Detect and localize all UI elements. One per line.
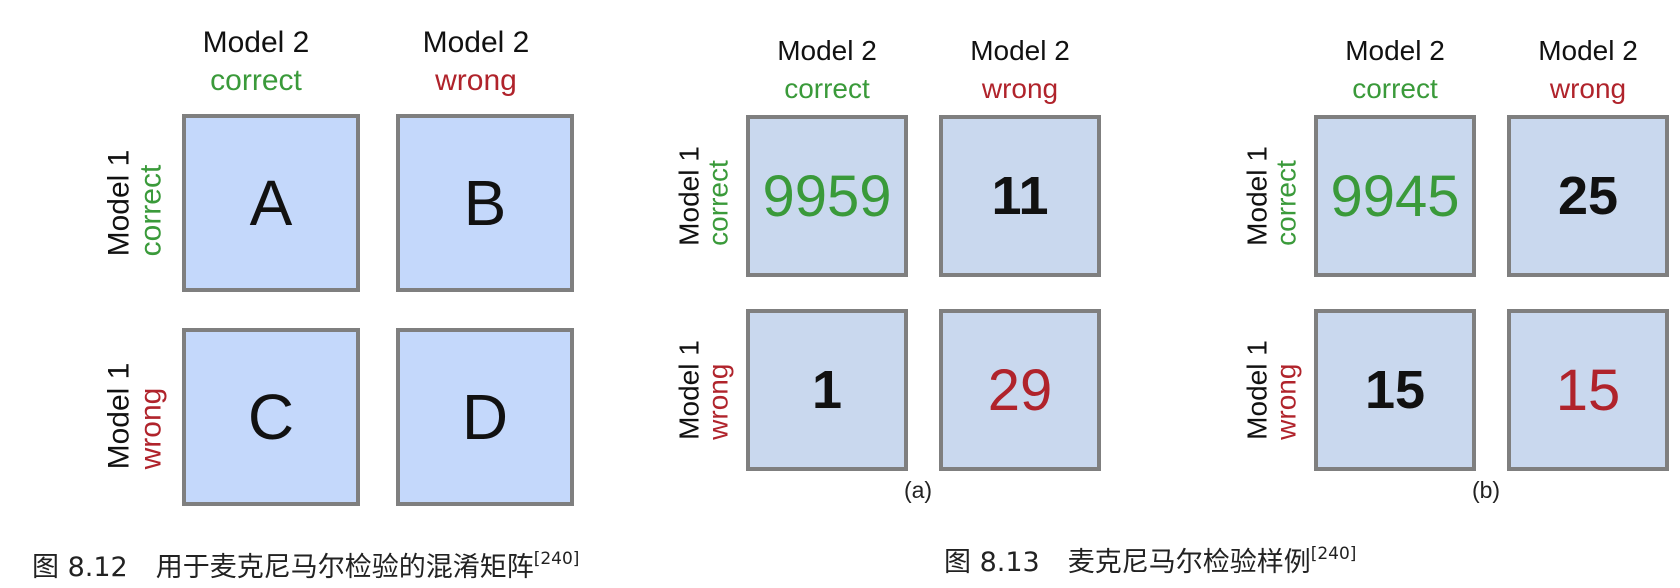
row-header-correct: Model 1 correct <box>1241 146 1302 246</box>
caption-reference: [240] <box>1310 544 1357 564</box>
row-header-model: Model 1 <box>673 146 705 246</box>
cell-value: B <box>463 167 507 239</box>
cell-value: 1 <box>811 360 843 420</box>
col-header-label: correct <box>210 64 302 97</box>
matrix-cell-wrong-wrong: 29 <box>939 309 1101 471</box>
cell-value: C <box>247 381 295 453</box>
caption-text: 麦克尼马尔检验样例 <box>1067 547 1311 578</box>
matrix-cell-wrong-correct: 15 <box>1314 309 1476 471</box>
matrix-cell-correct-correct: 9945 <box>1314 115 1476 277</box>
row-header-label: wrong <box>134 387 167 470</box>
matrix-cell-correct-correct: 9959 <box>746 115 908 277</box>
col-header-label: correct <box>1352 73 1438 104</box>
row-header-wrong: Model 1 wrong <box>673 340 734 440</box>
row-header-label: correct <box>134 164 167 257</box>
matrix-cell-d: D <box>396 328 574 506</box>
row-header-model: Model 1 <box>673 340 705 440</box>
figure-caption: 图 8.13 麦克尼马尔检验样例[240] <box>944 540 1356 579</box>
matrix-cell-b: B <box>396 114 574 292</box>
matrix-cell-c: C <box>182 328 360 506</box>
col-header-wrong: Model 2 wrong <box>1507 32 1669 108</box>
col-header-label: wrong <box>435 64 517 97</box>
col-header-model: Model 2 <box>202 26 310 59</box>
row-header-wrong: Model 1 wrong <box>102 362 168 470</box>
cell-value: 15 <box>1364 360 1426 420</box>
cell-value: A <box>249 167 293 239</box>
col-header-label: wrong <box>981 73 1059 104</box>
figure-caption: 图 8.12 用于麦克尼马尔检验的混淆矩阵[240] <box>32 545 579 584</box>
row-header-label: wrong <box>1271 363 1302 440</box>
col-header-model: Model 2 <box>1345 35 1445 66</box>
col-header-correct: Model 2 correct <box>1314 32 1476 108</box>
caption-figure-number: 图 8.12 <box>32 552 128 583</box>
row-header-wrong: Model 1 wrong <box>1241 340 1302 440</box>
col-header-label: wrong <box>1549 73 1627 104</box>
cell-value: 9959 <box>762 163 892 229</box>
col-header-model: Model 2 <box>422 26 530 59</box>
col-header-wrong: Model 2 wrong <box>392 24 560 100</box>
caption-figure-number: 图 8.13 <box>944 547 1040 578</box>
row-header-correct: Model 1 correct <box>673 146 734 246</box>
matrix-cell-a: A <box>182 114 360 292</box>
col-header-model: Model 2 <box>1538 35 1638 66</box>
col-header-model: Model 2 <box>777 35 877 66</box>
row-header-model: Model 1 <box>102 362 136 470</box>
cell-value: D <box>461 381 509 453</box>
cell-value: 15 <box>1555 357 1621 423</box>
caption-text: 用于麦克尼马尔检验的混淆矩阵 <box>155 552 534 583</box>
subfigure-label: (a) <box>903 477 933 503</box>
row-header-label: correct <box>1271 160 1302 246</box>
row-header-model: Model 1 <box>102 149 136 257</box>
caption-reference: [240] <box>533 549 580 569</box>
col-header-label: correct <box>784 73 870 104</box>
row-header-correct: Model 1 correct <box>102 149 168 257</box>
cell-value: 29 <box>987 357 1053 423</box>
col-header-correct: Model 2 correct <box>172 24 340 100</box>
row-header-label: correct <box>703 160 734 246</box>
col-header-model: Model 2 <box>970 35 1070 66</box>
col-header-correct: Model 2 correct <box>746 32 908 108</box>
matrix-cell-wrong-wrong: 15 <box>1507 309 1669 471</box>
col-header-wrong: Model 2 wrong <box>939 32 1101 108</box>
matrix-cell-correct-wrong: 11 <box>939 115 1101 277</box>
cell-value: 11 <box>991 166 1049 226</box>
matrix-cell-correct-wrong: 25 <box>1507 115 1669 277</box>
subfigure-label: (b) <box>1471 477 1501 503</box>
matrix-cell-wrong-correct: 1 <box>746 309 908 471</box>
row-header-model: Model 1 <box>1241 340 1273 440</box>
row-header-label: wrong <box>703 363 734 440</box>
cell-value: 9945 <box>1330 163 1460 229</box>
cell-value: 25 <box>1557 166 1619 226</box>
row-header-model: Model 1 <box>1241 146 1273 246</box>
